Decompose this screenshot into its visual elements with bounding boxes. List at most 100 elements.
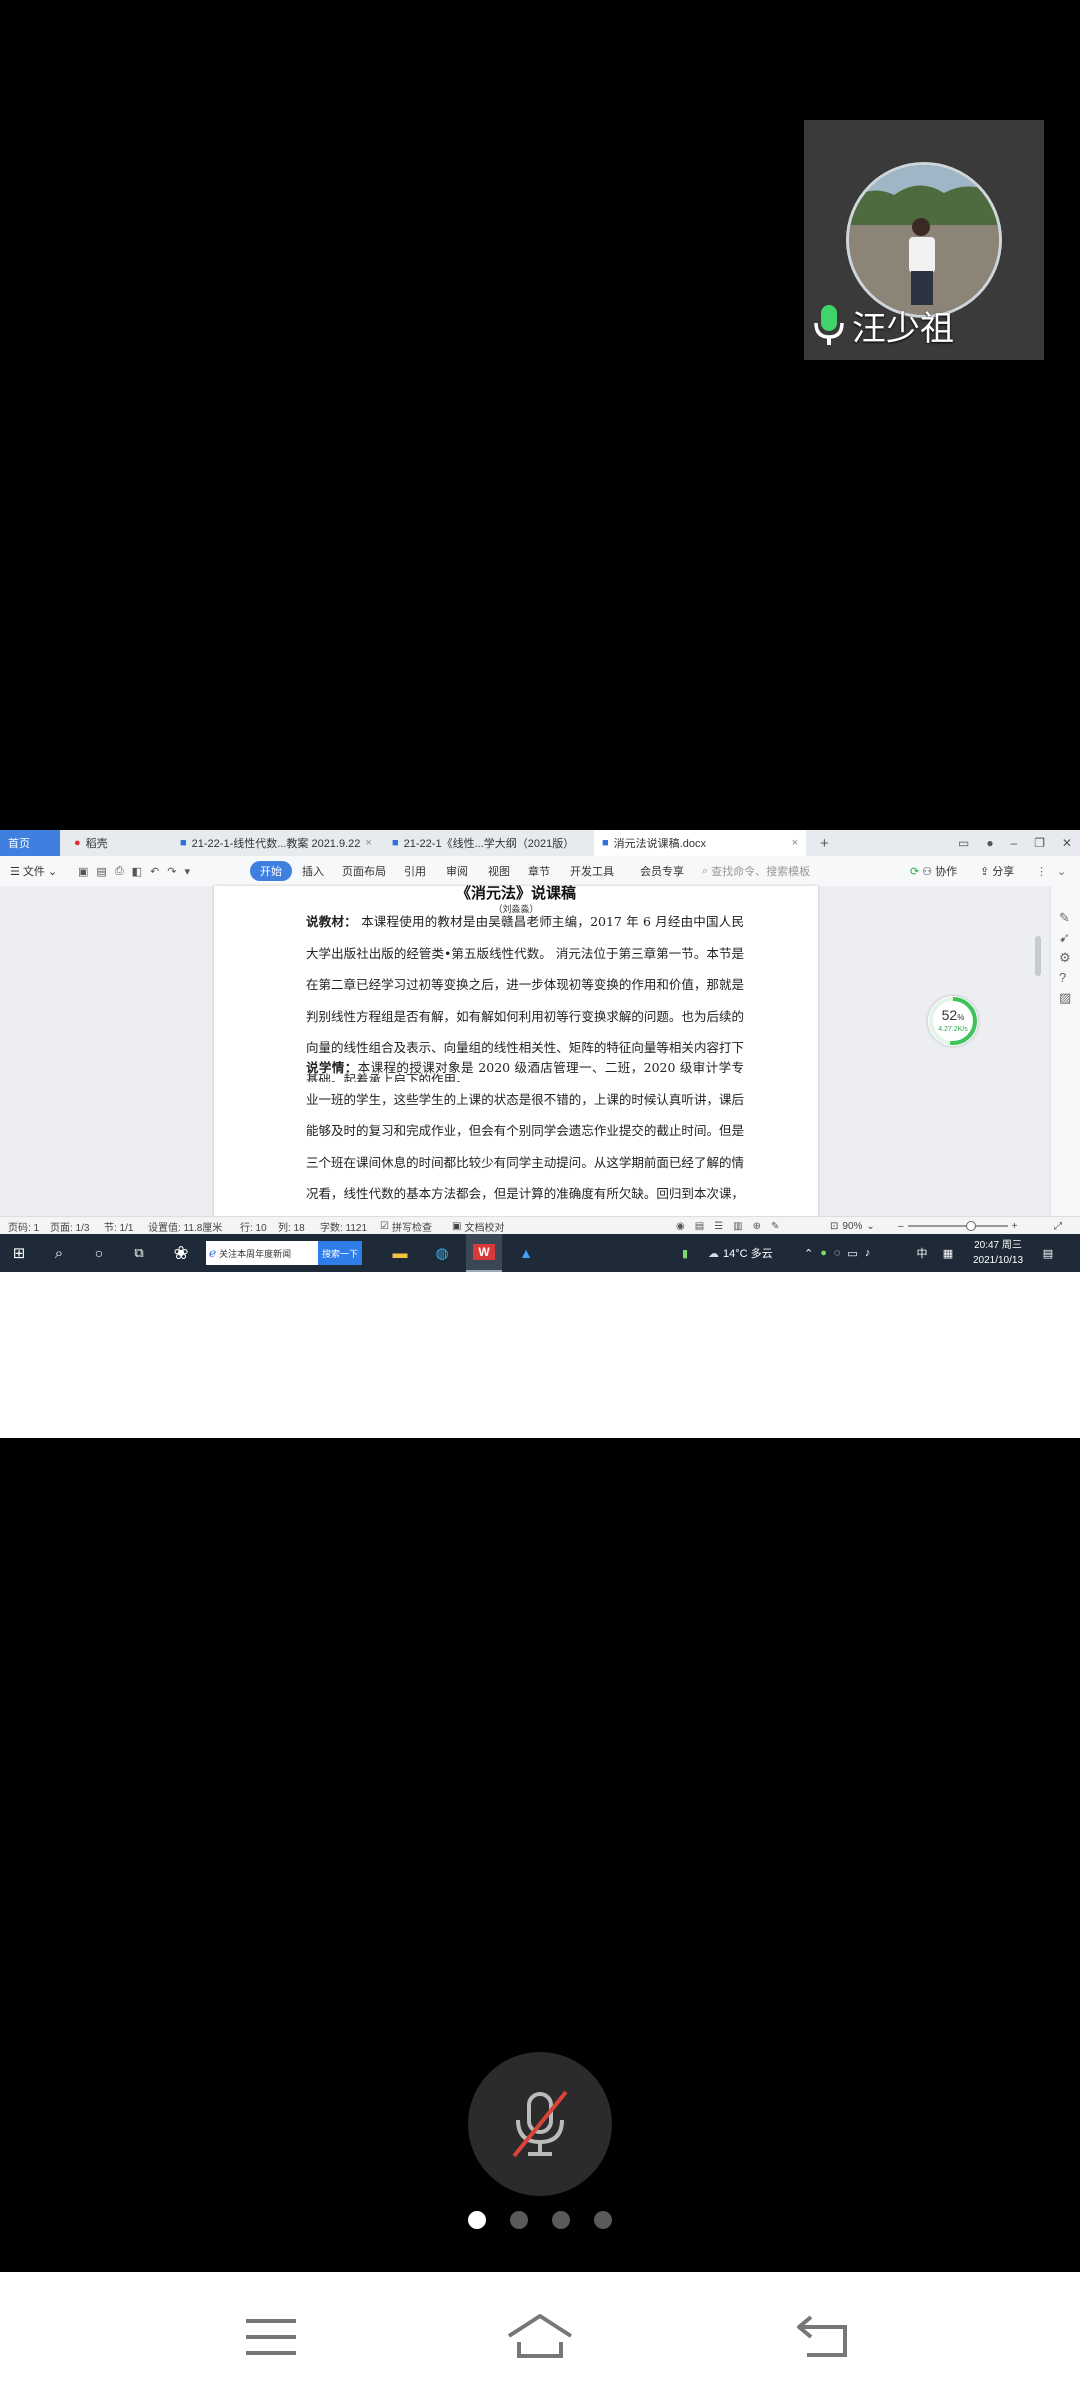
home-icon (507, 2314, 573, 2358)
tray-monitor-icon[interactable]: ▭ (847, 1247, 857, 1260)
zoom-control[interactable]: ⊡ 90% ⌄ (830, 1217, 875, 1235)
tab-label: 首页 (8, 838, 30, 850)
chevron-down-icon: ⌄ (866, 1220, 875, 1232)
status-position: 设置值: 11.8厘米 (148, 1222, 223, 1234)
speed-percent: 52 (941, 1007, 958, 1023)
battery-icon: ▮ (681, 1247, 689, 1260)
read-view-icon[interactable]: ▥ (733, 1221, 742, 1232)
recent-apps-button[interactable] (236, 2302, 306, 2372)
close-icon[interactable]: × (365, 837, 371, 849)
image-icon[interactable]: ▨ (1059, 988, 1071, 1008)
home-button[interactable] (505, 2302, 575, 2372)
file-label: 文件 (22, 866, 45, 878)
minimize-icon[interactable]: – (1011, 836, 1018, 850)
zoom-out-icon: – (898, 1220, 904, 1232)
page-indicator-dot[interactable] (552, 2211, 570, 2229)
word-doc-icon: ■ (180, 837, 187, 849)
more-icon[interactable]: ▾ (184, 865, 190, 878)
zoom-thumb[interactable] (965, 1221, 976, 1231)
ime-indicator[interactable]: 中 (914, 1234, 930, 1272)
collab-button[interactable]: ⟳ ⚇ 协作 (910, 856, 957, 886)
scroll-thumb[interactable] (1035, 936, 1041, 976)
taskbar-search-box[interactable]: ℯ 关注本周年度新闻 搜索一下 (206, 1241, 362, 1265)
outline-view-icon[interactable]: ☰ (714, 1221, 723, 1232)
adjust-icon[interactable]: ⚙ (1059, 948, 1071, 968)
search-button[interactable]: 搜索一下 (317, 1241, 362, 1265)
document-area[interactable]: 《消元法》说课稿 （刘淼淼） 说教材： 本课程使用的教材是由吴赣昌老师主编，20… (0, 884, 1080, 1216)
window-controls: ▭ ● – ❐ ✕ (950, 830, 1080, 856)
close-window-icon[interactable]: ✕ (1062, 836, 1072, 850)
edge-icon[interactable]: ◍ (426, 1234, 458, 1272)
app-icon[interactable]: ❀ (166, 1234, 196, 1272)
search-icon[interactable]: ⌕ (44, 1234, 74, 1272)
collapse-ribbon-icon[interactable]: ⌄ (1057, 865, 1066, 878)
page-indicator-dot[interactable] (510, 2211, 528, 2229)
browser-icon: ℯ (209, 1246, 217, 1260)
tray-volume-icon[interactable]: ♪ (865, 1247, 871, 1259)
undo-icon[interactable]: ↶ (150, 865, 159, 878)
toolbar-extra: ⋮ ⌄ (1036, 856, 1066, 886)
document-page[interactable]: 《消元法》说课稿 （刘淼淼） 说教材： 本课程使用的教材是由吴赣昌老师主编，20… (214, 884, 818, 1216)
tray-expand-icon[interactable]: ⌃ (804, 1247, 813, 1260)
task-view-icon[interactable]: ⧉ (124, 1234, 154, 1272)
redo-icon[interactable]: ↷ (167, 865, 176, 878)
ime-mode-icon[interactable]: ▦ (938, 1234, 958, 1272)
eye-icon[interactable]: ◉ (676, 1221, 685, 1232)
tab-docer[interactable]: ● 稻壳 (66, 830, 166, 856)
network-speed-widget[interactable]: 52% 4.27.2K/s (928, 996, 978, 1046)
tab-active-document[interactable]: ■ 消元法说课稿.docx × (594, 830, 806, 856)
zoom-in-icon: + (1011, 1220, 1018, 1232)
share-icon: ⇪ (980, 865, 990, 878)
quick-access: ▣ ▤ ⎙ ◧ ↶ ↷ ▾ (78, 856, 190, 886)
wps-taskbar-icon[interactable]: W (466, 1234, 502, 1272)
layout-icon[interactable]: ▭ (958, 836, 969, 850)
back-button[interactable] (788, 2302, 858, 2372)
mute-microphone-button[interactable] (468, 2052, 612, 2196)
zoom-value: 90% (842, 1220, 863, 1232)
status-words: 字数: 1121 (320, 1222, 368, 1234)
page-indicator-dot[interactable] (594, 2211, 612, 2229)
windows-start-icon[interactable]: ⊞ (4, 1234, 34, 1272)
more-icon[interactable]: ⋮ (1036, 865, 1047, 878)
share-button[interactable]: ⇪ 分享 (980, 856, 1014, 886)
proofread-icon: ▣ (452, 1220, 462, 1232)
help-icon[interactable]: ? (1059, 968, 1071, 988)
windows-taskbar: ⊞ ⌕ ○ ⧉ ❀ ℯ 关注本周年度新闻 搜索一下 ▬ ◍ W ▲ ▮ ☁ 14… (0, 1234, 1080, 1272)
cortana-icon[interactable]: ○ (84, 1234, 114, 1272)
meeting-app-icon[interactable]: ▲ (510, 1234, 542, 1272)
tray-app-icon[interactable]: ● (820, 1247, 827, 1259)
tray-network-icon[interactable]: ◌ (834, 1247, 841, 1259)
participant-tile[interactable]: 汪少祖 (804, 120, 1044, 360)
page-indicator-dot-active[interactable] (468, 2211, 486, 2229)
save-icon[interactable]: ▣ (78, 865, 88, 878)
ribbon-label: 视图 (488, 866, 510, 878)
pen-view-icon[interactable]: ✎ (771, 1221, 779, 1232)
restore-icon[interactable]: ❐ (1034, 836, 1045, 850)
taskbar-clock[interactable]: 20:47 周三 2021/10/13 (962, 1238, 1034, 1268)
spell-check-button[interactable]: ☑ 拼写检查 (380, 1217, 432, 1235)
page-view-icon[interactable]: ▤ (695, 1221, 704, 1232)
tab-syllabus[interactable]: ■ 21-22-1《线性...学大纲（2021版） (384, 830, 588, 856)
cursor-icon[interactable]: ➹ (1059, 928, 1071, 948)
pen-icon[interactable]: ✎ (1059, 908, 1071, 928)
preview-icon[interactable]: ◧ (132, 865, 142, 878)
participant-avatar (846, 162, 1002, 318)
zoom-slider[interactable]: – + (898, 1217, 1017, 1235)
vertical-scrollbar[interactable] (1032, 886, 1044, 1216)
fullscreen-icon[interactable]: ⤢ (1054, 1217, 1062, 1235)
clock-time: 20:47 周三 (974, 1240, 1022, 1251)
status-section: 节: 1/1 (104, 1222, 134, 1234)
weather-widget[interactable]: ☁ 14°C 多云 (708, 1234, 773, 1272)
notification-icon[interactable]: ▤ (1036, 1234, 1060, 1272)
file-explorer-icon[interactable]: ▬ (384, 1234, 416, 1272)
close-icon[interactable]: × (792, 837, 798, 849)
proofread-button[interactable]: ▣ 文档校对 (452, 1217, 504, 1235)
new-tab-icon[interactable]: + (812, 830, 836, 856)
tab-home[interactable]: 首页 (0, 830, 60, 856)
export-icon[interactable]: ▤ (96, 865, 106, 878)
tab-lesson-plan[interactable]: ■ 21-22-1-线性代数...教案 2021.9.22 × (172, 830, 378, 856)
print-icon[interactable]: ⎙ (115, 865, 124, 878)
file-menu[interactable]: ☰ 文件 ⌄ (10, 856, 57, 886)
user-avatar-icon[interactable]: ● (986, 836, 993, 850)
web-view-icon[interactable]: ⊕ (753, 1221, 761, 1232)
